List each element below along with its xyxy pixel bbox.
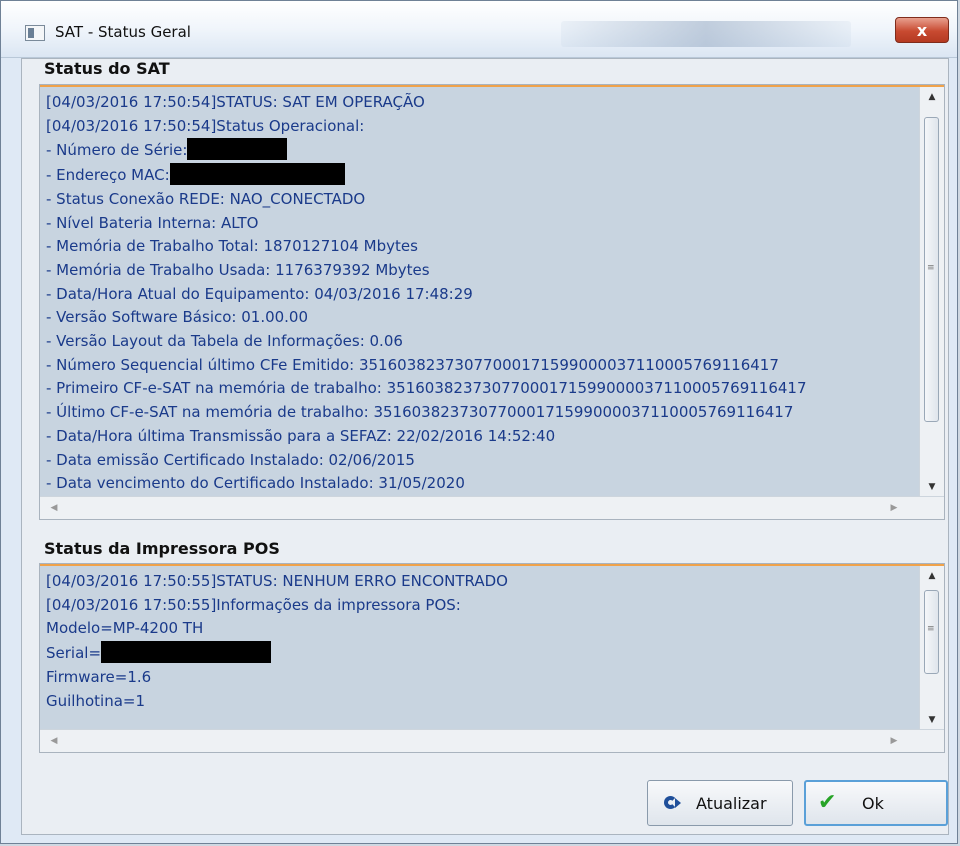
sat-status-line: [04/03/2016 17:50:54]STATUS: SAT EM OPER…	[46, 93, 425, 111]
redacted-value	[101, 641, 272, 664]
close-icon: x	[916, 20, 928, 40]
redacted-value	[169, 163, 345, 186]
sat-status-line: - Endereço MAC:	[46, 163, 920, 188]
pos-status-line: Serial=	[46, 641, 920, 666]
refresh-button[interactable]: Atualizar	[647, 780, 793, 826]
sat-status-text[interactable]: [04/03/2016 17:50:54]STATUS: SAT EM OPER…	[40, 87, 920, 497]
sat-horizontal-scrollbar[interactable]: ◀ ▶	[40, 496, 944, 519]
refresh-button-label: Atualizar	[696, 793, 767, 813]
sat-status-line: - Versão Layout da Tabela de Informações…	[46, 332, 403, 351]
title-bar[interactable]: SAT - Status Geral x	[1, 1, 957, 58]
scroll-up-arrow-icon[interactable]: ▲	[920, 566, 944, 586]
scroll-up-arrow-icon[interactable]: ▲	[920, 87, 944, 107]
sat-status-line: - Data vencimento do Certificado Instala…	[46, 474, 465, 493]
pos-status-text[interactable]: [04/03/2016 17:50:55]STATUS: NENHUM ERRO…	[40, 566, 920, 730]
pos-status-lines: [04/03/2016 17:50:55]STATUS: NENHUM ERRO…	[40, 566, 920, 713]
sat-vertical-scrollbar[interactable]: ▲ ≡ ▼	[919, 87, 944, 497]
scroll-right-arrow-icon[interactable]: ▶	[884, 497, 904, 519]
check-icon: ✔	[818, 790, 837, 815]
sat-status-line: - Data/Hora Atual do Equipamento: 04/03/…	[46, 284, 473, 303]
window-title: SAT - Status Geral	[55, 23, 191, 41]
pos-status-line: Guilhotina=1	[46, 691, 146, 710]
sat-status-line: - Data/Hora última Transmissão para a SE…	[46, 426, 556, 445]
pos-status-line: Firmware=1.6	[46, 667, 152, 686]
sat-status-line: - Data emissão Certificado Instalado: 02…	[46, 450, 415, 469]
scroll-grip-icon: ≡	[927, 263, 935, 273]
scroll-left-arrow-icon[interactable]: ◀	[44, 730, 64, 752]
pos-status-panel: [04/03/2016 17:50:55]STATUS: NENHUM ERRO…	[39, 563, 945, 753]
sat-status-window: SAT - Status Geral x Status do SAT [04/0…	[0, 0, 958, 844]
sat-status-line: - Memória de Trabalho Usada: 1176379392 …	[46, 260, 430, 279]
ok-button[interactable]: ✔ Ok	[804, 780, 948, 826]
pos-horizontal-scrollbar[interactable]: ◀ ▶	[40, 729, 944, 752]
close-button[interactable]: x	[895, 17, 949, 43]
ok-button-label: Ok	[862, 793, 884, 813]
scroll-grip-icon: ≡	[927, 624, 935, 634]
redacted-value	[187, 138, 288, 161]
pos-section-title: Status da Impressora POS	[44, 539, 280, 558]
refresh-icon	[662, 792, 684, 814]
sat-status-panel: [04/03/2016 17:50:54]STATUS: SAT EM OPER…	[39, 84, 945, 520]
app-icon	[25, 25, 45, 41]
dialog-client-area: Status do SAT [04/03/2016 17:50:54]STATU…	[21, 58, 949, 835]
scroll-down-arrow-icon[interactable]: ▼	[920, 710, 944, 730]
sat-status-line: - Versão Software Básico: 01.00.00	[46, 308, 309, 327]
sat-status-line: - Status Conexão REDE: NAO_CONECTADO	[46, 189, 366, 208]
sat-section-title: Status do SAT	[44, 59, 170, 78]
background-window-ghost	[561, 21, 851, 47]
sat-status-line: - Nível Bateria Interna: ALTO	[46, 213, 259, 232]
sat-status-line: [04/03/2016 17:50:54]Status Operacional:	[46, 116, 365, 135]
pos-status-line: [04/03/2016 17:50:55]Informações da impr…	[46, 595, 461, 614]
scroll-left-arrow-icon[interactable]: ◀	[44, 497, 64, 519]
pos-vertical-scrollbar[interactable]: ▲ ≡ ▼	[919, 566, 944, 730]
sat-status-line: - Número de Série:	[46, 138, 920, 163]
sat-status-line: - Último CF-e-SAT na memória de trabalho…	[46, 403, 794, 422]
sat-status-line: - Memória de Trabalho Total: 1870127104 …	[46, 237, 418, 256]
sat-status-line: - Primeiro CF-e-SAT na memória de trabal…	[46, 379, 807, 398]
pos-status-line: [04/03/2016 17:50:55]STATUS: NENHUM ERRO…	[46, 572, 508, 590]
scroll-down-arrow-icon[interactable]: ▼	[920, 477, 944, 497]
sat-status-lines: [04/03/2016 17:50:54]STATUS: SAT EM OPER…	[40, 87, 920, 496]
scroll-right-arrow-icon[interactable]: ▶	[884, 730, 904, 752]
sat-status-line: - Número Sequencial último CFe Emitido: …	[46, 355, 779, 374]
pos-status-line: Modelo=MP-4200 TH	[46, 619, 204, 638]
